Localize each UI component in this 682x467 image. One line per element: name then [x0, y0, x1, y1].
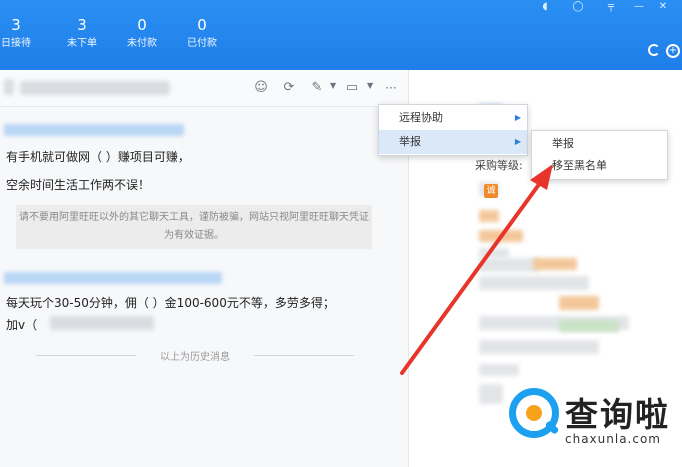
info-redacted — [559, 320, 619, 332]
help-icon[interactable]: ◯ — [571, 0, 585, 16]
message-text: 每天玩个30-50分钟，佣（ ）金100-600元不等，多劳多得； — [6, 296, 335, 310]
stat-label: 日接待 — [1, 38, 31, 49]
stat-today-reception[interactable]: 3 日接待 — [0, 14, 46, 52]
stat-label: 未下单 — [67, 38, 97, 49]
integrity-badge: 诚 — [484, 184, 498, 198]
chevron-right-icon: ▶ — [514, 113, 521, 122]
site-watermark: 查询啦 chaxunla.com — [509, 388, 675, 460]
stat-label: 已付款 — [187, 38, 217, 49]
sender-name-redacted — [4, 124, 184, 136]
edit-note-icon[interactable]: ✎ — [308, 80, 326, 96]
chevron-right-icon: ▶ — [514, 137, 521, 146]
info-redacted — [479, 384, 503, 404]
transfer-icon[interactable]: ⟳ — [280, 80, 298, 96]
message-text: 加v（ — [6, 318, 38, 332]
context-menu: 远程协助 ▶ 举报 ▶ — [378, 104, 528, 156]
submenu-item-move-to-blacklist[interactable]: 移至黑名单 — [532, 154, 667, 178]
menu-item-report[interactable]: 举报 ▶ — [379, 130, 527, 154]
pin-icon[interactable]: ╤ — [604, 0, 618, 16]
shield-icon[interactable]: ◖ — [538, 0, 552, 16]
contact-name-redacted — [20, 81, 170, 95]
submenu-item-label: 移至黑名单 — [552, 159, 607, 172]
top-bar: 3 日接待 3 未下单 0 未付款 0 已付款 ◖ ◯ ╤ — ✕ + — [0, 0, 682, 70]
history-divider: 以上为历史消息 — [36, 348, 354, 363]
info-redacted — [479, 230, 523, 242]
info-redacted — [559, 296, 599, 310]
submenu-item-label: 举报 — [552, 137, 574, 150]
watermark-title: 查询啦 — [565, 395, 670, 434]
submenu-item-report[interactable]: 举报 — [532, 132, 667, 156]
history-label: 以上为历史消息 — [160, 352, 230, 363]
purchase-level-label: 采购等级: — [475, 159, 523, 172]
info-redacted — [479, 248, 509, 258]
add-circle-icon[interactable]: + — [666, 44, 680, 58]
safety-notice-text: 请不要用阿里旺旺以外的其它聊天工具，谨防被骗，网站只视阿里旺旺聊天凭证为有效证据… — [19, 212, 369, 241]
info-redacted — [479, 210, 499, 222]
stat-value: 0 — [137, 16, 147, 34]
chat-panel: ☺ ⟳ ✎ ▼ ▭ ▼ ··· 有手机就可做网（ ）赚项目可赚， 空余时间生活工… — [0, 70, 409, 467]
close-button[interactable]: ✕ — [656, 0, 670, 16]
chat-header: ☺ ⟳ ✎ ▼ ▭ ▼ ··· — [0, 70, 408, 107]
watermark-url: chaxunla.com — [565, 432, 661, 446]
avatar — [4, 79, 14, 95]
sender-name-redacted — [4, 272, 222, 284]
info-redacted — [479, 340, 599, 354]
video-call-icon[interactable]: ▭ — [343, 80, 361, 96]
stat-value: 3 — [77, 16, 87, 34]
info-redacted — [533, 258, 577, 270]
stat-unpaid[interactable]: 0 未付款 — [112, 14, 172, 52]
message-text: 有手机就可做网（ ）赚项目可赚， — [6, 150, 190, 164]
safety-notice: 请不要用阿里旺旺以外的其它聊天工具，谨防被骗，网站只视阿里旺旺聊天凭证为有效证据… — [16, 205, 372, 249]
menu-item-label: 举报 — [399, 135, 421, 148]
more-icon[interactable]: ··· — [382, 80, 400, 96]
stat-value: 0 — [197, 16, 207, 34]
stat-label: 未付款 — [127, 38, 157, 49]
report-submenu: 举报 移至黑名单 — [531, 130, 668, 180]
menu-item-remote-assist[interactable]: 远程协助 ▶ — [379, 106, 527, 130]
menu-item-label: 远程协助 — [399, 111, 443, 124]
info-redacted — [479, 364, 519, 376]
stat-paid[interactable]: 0 已付款 — [172, 14, 232, 52]
info-redacted — [479, 258, 539, 272]
message-text: 空余时间生活工作两不误！ — [6, 178, 151, 192]
refresh-icon[interactable] — [648, 44, 660, 56]
divider-line — [254, 355, 354, 356]
info-redacted — [479, 276, 589, 290]
chevron-down-icon[interactable]: ▼ — [330, 81, 336, 90]
stat-value: 3 — [11, 16, 21, 34]
chevron-down-icon[interactable]: ▼ — [367, 81, 373, 90]
minimize-button[interactable]: — — [632, 0, 646, 16]
chat-bubble-icon[interactable]: ☺ — [252, 80, 270, 96]
divider-line — [36, 355, 136, 356]
contact-id-redacted — [50, 316, 154, 330]
stat-not-ordered[interactable]: 3 未下单 — [52, 14, 112, 52]
